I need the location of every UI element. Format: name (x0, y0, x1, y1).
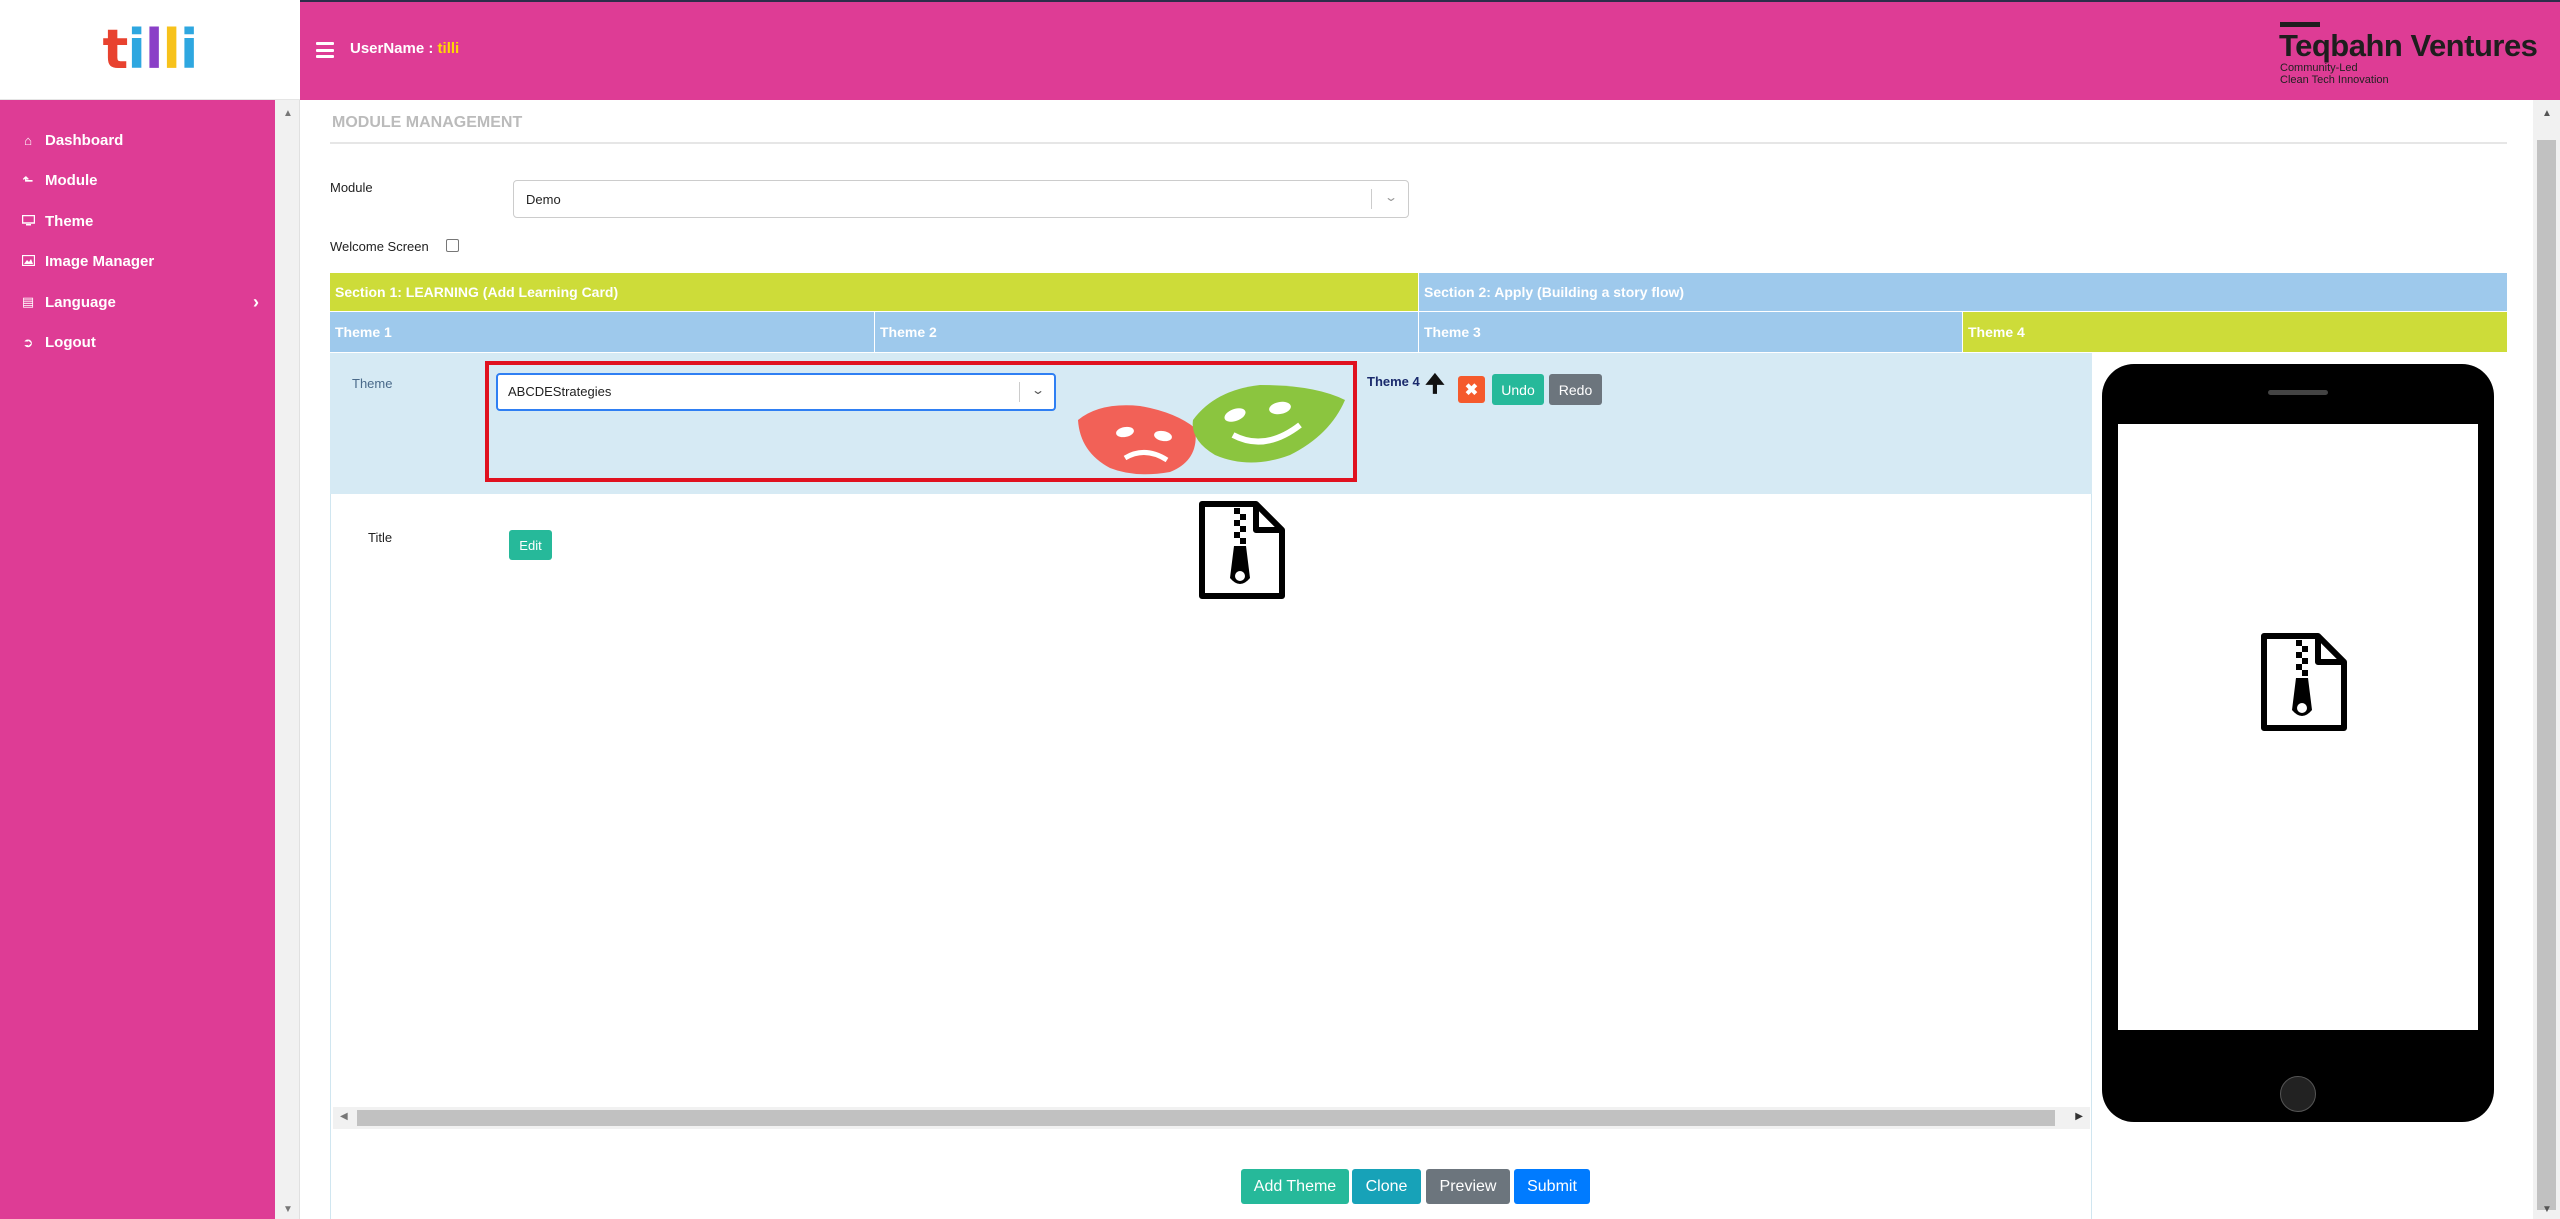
welcome-screen-checkbox[interactable] (446, 239, 459, 252)
home-icon: ⌂ (24, 132, 32, 148)
logo-letter: l (162, 17, 180, 81)
scroll-down-arrow-icon[interactable]: ▼ (2542, 1204, 2552, 1215)
logo-container: tilli (0, 0, 300, 100)
chevron-right-icon: › (253, 292, 259, 312)
clone-button[interactable]: Clone (1352, 1169, 1421, 1204)
sidebar-scrollbar[interactable]: ▲ ▼ (275, 100, 300, 1219)
section-2-label: Section 2: Apply (Building a story flow) (1424, 284, 1685, 300)
delete-button[interactable]: ✖ (1458, 376, 1485, 403)
welcome-screen-label: Welcome Screen (330, 239, 429, 254)
tab-theme-4[interactable]: Theme 4 (1963, 312, 2507, 352)
sidebar: ⌂ Dashboard ⬑ Module Theme Image Manager… (0, 100, 275, 1219)
phone-home-button (2280, 1076, 2316, 1112)
username-value: tilli (437, 40, 460, 57)
section-1-label: Section 1: LEARNING (Add Learning Card) (335, 284, 619, 300)
module-select-value: Demo (526, 192, 561, 207)
sidebar-item-logout[interactable]: ➲ Logout (0, 323, 275, 364)
section-1-header[interactable]: Section 1: LEARNING (Add Learning Card) (330, 273, 1419, 311)
horizontal-scrollbar[interactable]: ◀ ▶ (333, 1107, 2090, 1129)
sidebar-item-label: Dashboard (45, 131, 124, 149)
brand-bar-mark (2280, 22, 2320, 27)
arrow-up-icon[interactable]: 🠉 (1425, 373, 1445, 397)
phone-screen (2118, 424, 2478, 1030)
logo-letter: l (144, 17, 163, 81)
tab-label: Theme 2 (880, 324, 937, 340)
logo-letter: i (179, 17, 198, 81)
scroll-right-arrow-icon[interactable]: ▶ (2075, 1111, 2083, 1122)
tab-theme-1[interactable]: Theme 1 (330, 312, 875, 352)
top-header: UserName : tilli Teqbahn Ventures Commun… (300, 0, 2560, 100)
chevron-down-icon: ⌄ (1383, 190, 1399, 204)
module-label: Module (330, 180, 373, 195)
tab-label: Theme 1 (335, 324, 392, 340)
brand-logo: Teqbahn Ventures Community-Led Clean Tec… (2275, 20, 2550, 90)
sidebar-item-label: Logout (45, 334, 96, 352)
section-header-row: Section 1: LEARNING (Add Learning Card) … (330, 273, 2507, 311)
image-icon (18, 254, 38, 269)
sidebar-item-label: Theme (45, 212, 94, 230)
scrollbar-thumb[interactable] (357, 1110, 2055, 1126)
sign-out-icon: ➲ (22, 334, 34, 350)
phone-preview (2102, 364, 2494, 1122)
sidebar-item-theme[interactable]: Theme (0, 201, 275, 242)
scroll-down-arrow-icon[interactable]: ▼ (283, 1204, 293, 1215)
scroll-up-arrow-icon[interactable]: ▲ (283, 108, 293, 119)
phone-speaker (2268, 390, 2328, 395)
language-icon: ▤ (21, 294, 35, 310)
sidebar-item-label: Language (45, 293, 116, 311)
logo-letter: t (102, 17, 129, 81)
level-up-icon: ⬑ (22, 172, 34, 188)
hamburger-menu-icon[interactable] (316, 42, 334, 58)
divider (330, 142, 2507, 144)
title-field-label: Title (368, 530, 393, 545)
tilli-logo[interactable]: tilli (103, 22, 199, 77)
sidebar-item-label: Module (45, 172, 98, 190)
scroll-left-arrow-icon[interactable]: ◀ (340, 1111, 348, 1122)
brand-tagline-line: Clean Tech Innovation (2280, 74, 2389, 86)
sidebar-item-language[interactable]: ▤ Language › (0, 282, 275, 323)
theme-select-value: ABCDEStrategies (508, 384, 612, 399)
close-icon: ✖ (1464, 381, 1479, 399)
undo-button[interactable]: Undo (1492, 374, 1544, 405)
theater-masks-image (1078, 385, 1345, 475)
scrollbar-thumb[interactable] (2537, 140, 2556, 1210)
brand-tagline-line: Community-Led (2280, 62, 2358, 74)
zip-file-icon (1199, 501, 1285, 599)
brand-tagline: Community-Led Clean Tech Innovation (2280, 62, 2389, 86)
page-scrollbar[interactable]: ▲ ▼ (2533, 100, 2560, 1219)
username-display: UserName : tilli (350, 40, 459, 57)
tab-label: Theme 3 (1424, 324, 1481, 340)
tab-theme-3[interactable]: Theme 3 (1419, 312, 1963, 352)
tab-label: Theme 4 (1968, 324, 2025, 340)
section-2-header[interactable]: Section 2: Apply (Building a story flow) (1419, 273, 2507, 311)
desktop-icon (18, 214, 38, 229)
theme-select[interactable]: ABCDEStrategies ⌄ (496, 373, 1056, 411)
zip-file-icon (2261, 633, 2347, 731)
sidebar-item-module[interactable]: ⬑ Module (0, 161, 275, 202)
current-theme-label: Theme 4 (1367, 374, 1420, 389)
module-select[interactable]: Demo ⌄ (513, 180, 1409, 218)
theme-tabs-row: Theme 1 Theme 2 Theme 3 Theme 4 (330, 312, 2507, 352)
username-label: UserName : (350, 40, 434, 57)
edit-title-button[interactable]: Edit (509, 530, 552, 560)
sidebar-item-label: Image Manager (45, 253, 155, 271)
logo-letter: i (127, 17, 145, 81)
add-theme-button[interactable]: Add Theme (1241, 1169, 1349, 1204)
scroll-up-arrow-icon[interactable]: ▲ (2542, 108, 2552, 119)
tab-theme-2[interactable]: Theme 2 (875, 312, 1419, 352)
sidebar-item-dashboard[interactable]: ⌂ Dashboard (0, 120, 275, 161)
submit-button[interactable]: Submit (1514, 1169, 1590, 1204)
theme-field-label: Theme (352, 376, 393, 391)
page-title: MODULE MANAGEMENT (332, 114, 523, 131)
brand-name: Teqbahn Ventures (2279, 28, 2538, 63)
redo-button[interactable]: Redo (1549, 374, 1602, 405)
sidebar-item-image-manager[interactable]: Image Manager (0, 242, 275, 283)
chevron-down-icon: ⌄ (1030, 383, 1046, 397)
preview-button[interactable]: Preview (1426, 1169, 1510, 1204)
